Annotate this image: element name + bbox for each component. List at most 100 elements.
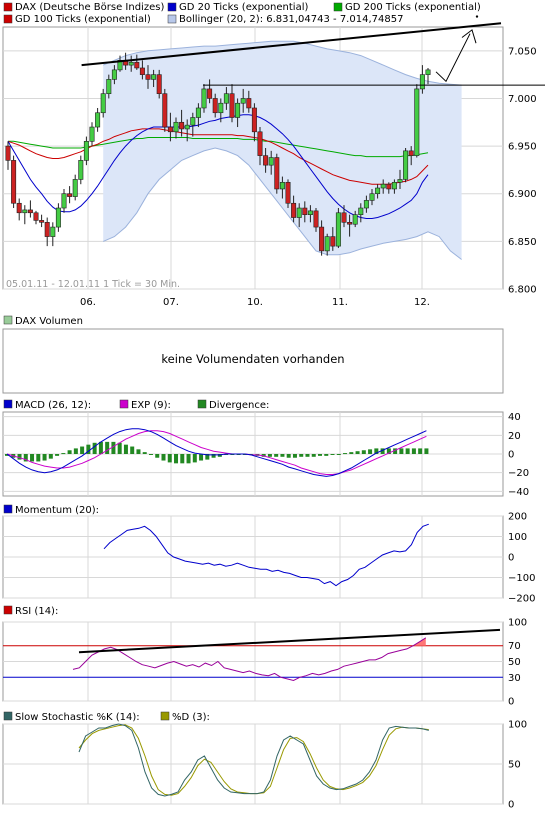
divergence-bar: [411, 448, 416, 454]
divergence-bar: [355, 451, 360, 454]
divergence-bar: [299, 454, 304, 457]
rsi-y-axis: 100 70 50 30 0: [508, 618, 527, 708]
legend-swatch-divergence: [197, 399, 207, 409]
legend-gd20: GD 20 Ticks (exponential): [179, 2, 308, 13]
y-tick-label: −40: [508, 487, 529, 498]
candle-up: [78, 160, 84, 180]
divergence-bar: [161, 454, 166, 461]
x-tick-label: 12.: [414, 297, 430, 308]
candle-up: [363, 200, 369, 209]
candle-down: [386, 183, 392, 190]
candle-down: [139, 67, 145, 75]
period-note: 05.01.11 - 12.01.11 1 Tick = 30 Min.: [6, 279, 180, 290]
candle-down: [285, 181, 291, 204]
divergence-bar: [36, 454, 41, 462]
candle-up: [173, 121, 179, 133]
stoch-plot: [78, 723, 429, 797]
projection-arrow: [435, 33, 471, 83]
divergence-bar: [42, 454, 47, 461]
legend-swatch-rsi: [3, 605, 13, 615]
divergence-bar: [267, 454, 272, 457]
y-tick-label: 0: [508, 450, 514, 461]
candle-up: [369, 193, 375, 201]
divergence-bar: [155, 454, 160, 458]
candle-up: [100, 93, 106, 114]
candle-up: [83, 141, 89, 161]
y-tick-label: −100: [508, 573, 535, 584]
legend-exp: EXP (9):: [131, 400, 171, 411]
bollinger-band: [103, 40, 462, 260]
divergence-bar: [48, 454, 53, 459]
divergence-bar: [199, 454, 204, 461]
candle-up: [240, 98, 246, 104]
volume-legend: DAX Volumen: [15, 316, 83, 327]
candle-down: [44, 222, 50, 237]
divergence-bar: [105, 441, 110, 454]
candle-up: [190, 117, 196, 126]
y-tick-label: −200: [508, 594, 535, 605]
legend-swatch-dax: [3, 2, 13, 12]
divergence-bar: [30, 454, 35, 462]
divergence-bar: [136, 449, 141, 454]
divergence-bar: [117, 442, 122, 454]
y-tick-label: 0: [508, 697, 514, 708]
candle-up: [151, 74, 157, 80]
divergence-bar: [286, 454, 291, 458]
chart-canvas: DAX (Deutsche Börse Indizes) GD 20 Ticks…: [2, 2, 545, 811]
divergence-bar: [311, 454, 316, 457]
y-tick-label: 7.000: [508, 94, 537, 105]
divergence-bar: [80, 446, 85, 454]
stoch-grid: [3, 723, 503, 805]
candle-up: [128, 61, 134, 66]
candle-down: [319, 226, 325, 252]
candle-down: [39, 220, 45, 223]
momentum-grid: [3, 515, 503, 599]
y-tick-label: 20: [508, 431, 521, 442]
divergence-bar: [92, 442, 97, 454]
divergence-bar: [98, 441, 103, 454]
rsi-legend: RSI (14):: [15, 606, 58, 617]
candle-up: [111, 69, 117, 80]
divergence-bar: [418, 448, 423, 454]
divergence-bar: [167, 454, 172, 463]
candle-down: [179, 121, 185, 130]
rsi-trend-line: [78, 628, 501, 654]
x-tick-label: 10.: [247, 297, 263, 308]
legend-gd200: GD 200 Ticks (exponential): [345, 2, 481, 13]
x-tick-label: 06.: [80, 297, 96, 308]
candle-down: [229, 93, 235, 118]
price-x-axis: 06. 07. 10. 11. 12.: [80, 297, 430, 308]
legend-swatch-gd200: [333, 2, 343, 12]
candle-up: [268, 157, 274, 166]
y-tick-label: 0: [508, 553, 514, 564]
candle-down: [302, 207, 308, 215]
candle-down: [16, 202, 22, 214]
legend-gd100: GD 100 Ticks (exponential): [15, 14, 151, 25]
legend-swatch-gd20: [167, 2, 177, 12]
legend-swatch-momentum: [3, 504, 13, 514]
candle-down: [145, 74, 151, 80]
y-tick-label: 7.050: [508, 46, 537, 57]
candle-up: [380, 183, 386, 189]
candle-up: [425, 69, 431, 75]
candle-down: [347, 222, 353, 225]
candle-down: [408, 150, 414, 156]
bollinger-fill: [103, 41, 462, 260]
candle-up: [235, 102, 241, 118]
divergence-bar: [292, 454, 297, 458]
y-tick-label: 6.850: [508, 237, 537, 248]
divergence-bar: [280, 454, 285, 457]
momentum-line: [103, 523, 429, 587]
candle-up: [403, 150, 409, 180]
rsi-line: [72, 637, 427, 682]
stoch-legend: Slow Stochastic %K (14): %D (3):: [3, 711, 210, 723]
volume-message: keine Volumendaten vorhanden: [161, 352, 344, 366]
divergence-bar: [424, 448, 429, 454]
y-tick-label: 40: [508, 412, 521, 423]
candle-down: [274, 157, 280, 190]
legend-swatch-volume: [3, 315, 13, 325]
candle-down: [313, 210, 319, 228]
divergence-bar: [343, 453, 348, 455]
divergence-bar: [192, 454, 197, 463]
candle-up: [375, 187, 381, 195]
